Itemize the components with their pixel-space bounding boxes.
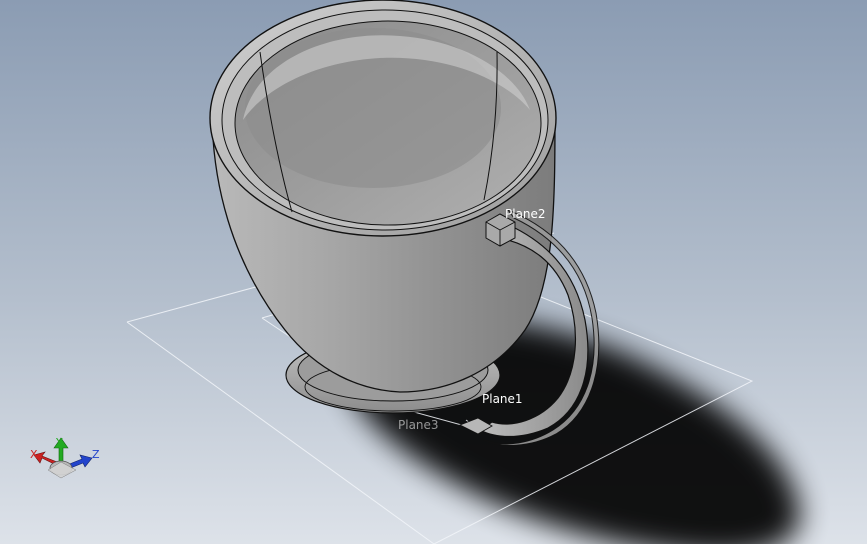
plane3-label[interactable]: Plane3 xyxy=(398,418,439,432)
triad-x-label: X xyxy=(30,448,38,461)
plane1-label[interactable]: Plane1 xyxy=(482,392,523,406)
triad-y-label: Y xyxy=(55,436,63,449)
plane2-label[interactable]: Plane2 xyxy=(505,207,546,221)
triad-z-label: Z xyxy=(92,448,100,461)
graphics-viewport[interactable]: Plane2 Plane1 Plane3 X Y Z xyxy=(0,0,867,544)
model-scene[interactable]: Plane2 Plane1 Plane3 X Y Z xyxy=(0,0,867,544)
